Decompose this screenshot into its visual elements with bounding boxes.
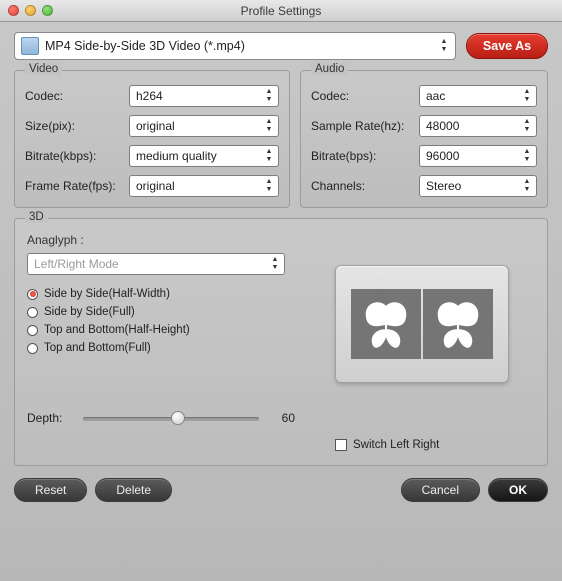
audio-bitrate-select[interactable]: 96000: [419, 145, 537, 167]
radio-side-half[interactable]: Side by Side(Half-Width): [27, 285, 295, 303]
audio-group-title: Audio: [311, 63, 348, 75]
depth-label: Depth:: [27, 411, 75, 425]
titlebar: Profile Settings: [0, 0, 562, 22]
audio-channels-label: Channels:: [311, 179, 419, 193]
mp4-file-icon: [21, 37, 39, 55]
chevron-updown-icon: [262, 88, 276, 104]
window-controls: [8, 5, 53, 16]
video-codec-select[interactable]: h264: [129, 85, 279, 107]
audio-group: Audio Codec: aac Sample Rate(hz): 48000 …: [300, 70, 548, 208]
cancel-button[interactable]: Cancel: [401, 478, 480, 502]
video-bitrate-select[interactable]: medium quality: [129, 145, 279, 167]
ok-button[interactable]: OK: [488, 478, 548, 502]
three-d-mode-radios: Side by Side(Half-Width) Side by Side(Fu…: [27, 285, 295, 357]
reset-button[interactable]: Reset: [14, 478, 87, 502]
video-size-select[interactable]: original: [129, 115, 279, 137]
butterfly-left-icon: [351, 289, 421, 359]
three-d-group: 3D Anaglyph : Left/Right Mode Side by Si…: [14, 218, 548, 466]
video-bitrate-label: Bitrate(kbps):: [25, 149, 129, 163]
butterfly-right-icon: [423, 289, 493, 359]
radio-icon: [27, 307, 38, 318]
checkbox-icon[interactable]: [335, 439, 347, 451]
delete-button[interactable]: Delete: [95, 478, 172, 502]
audio-codec-label: Codec:: [311, 89, 419, 103]
chevron-updown-icon: [520, 148, 534, 164]
switch-left-right-row[interactable]: Switch Left Right: [335, 439, 509, 451]
video-group: Video Codec: h264 Size(pix): original Bi…: [14, 70, 290, 208]
minimize-icon[interactable]: [25, 5, 36, 16]
chevron-updown-icon: [268, 256, 282, 272]
depth-value: 60: [267, 411, 295, 425]
video-size-label: Size(pix):: [25, 119, 129, 133]
profile-select[interactable]: MP4 Side-by-Side 3D Video (*.mp4): [14, 32, 456, 60]
three-d-group-title: 3D: [25, 211, 48, 223]
anaglyph-mode-select[interactable]: Left/Right Mode: [27, 253, 285, 275]
save-as-button[interactable]: Save As: [466, 33, 548, 59]
radio-icon: [27, 289, 38, 300]
depth-slider[interactable]: [83, 409, 259, 427]
window-title: Profile Settings: [0, 4, 562, 18]
radio-top-half[interactable]: Top and Bottom(Half-Height): [27, 321, 295, 339]
audio-bitrate-label: Bitrate(bps):: [311, 149, 419, 163]
chevron-updown-icon: [520, 178, 534, 194]
three-d-preview: [335, 265, 509, 383]
radio-top-full[interactable]: Top and Bottom(Full): [27, 339, 295, 357]
switch-left-right-label: Switch Left Right: [353, 439, 439, 451]
chevron-updown-icon: [262, 118, 276, 134]
video-codec-label: Codec:: [25, 89, 129, 103]
video-framerate-select[interactable]: original: [129, 175, 279, 197]
chevron-updown-icon: [262, 148, 276, 164]
anaglyph-label: Anaglyph :: [27, 233, 295, 247]
close-icon[interactable]: [8, 5, 19, 16]
chevron-updown-icon: [262, 178, 276, 194]
audio-channels-select[interactable]: Stereo: [419, 175, 537, 197]
stepper-arrows-icon: [437, 38, 451, 54]
radio-icon: [27, 343, 38, 354]
radio-side-full[interactable]: Side by Side(Full): [27, 303, 295, 321]
chevron-updown-icon: [520, 88, 534, 104]
audio-codec-select[interactable]: aac: [419, 85, 537, 107]
audio-samplerate-label: Sample Rate(hz):: [311, 119, 419, 133]
audio-samplerate-select[interactable]: 48000: [419, 115, 537, 137]
chevron-updown-icon: [520, 118, 534, 134]
radio-icon: [27, 325, 38, 336]
video-group-title: Video: [25, 63, 62, 75]
slider-thumb[interactable]: [171, 411, 185, 425]
profile-selected-value: MP4 Side-by-Side 3D Video (*.mp4): [45, 39, 431, 53]
zoom-icon[interactable]: [42, 5, 53, 16]
video-framerate-label: Frame Rate(fps):: [25, 179, 129, 193]
